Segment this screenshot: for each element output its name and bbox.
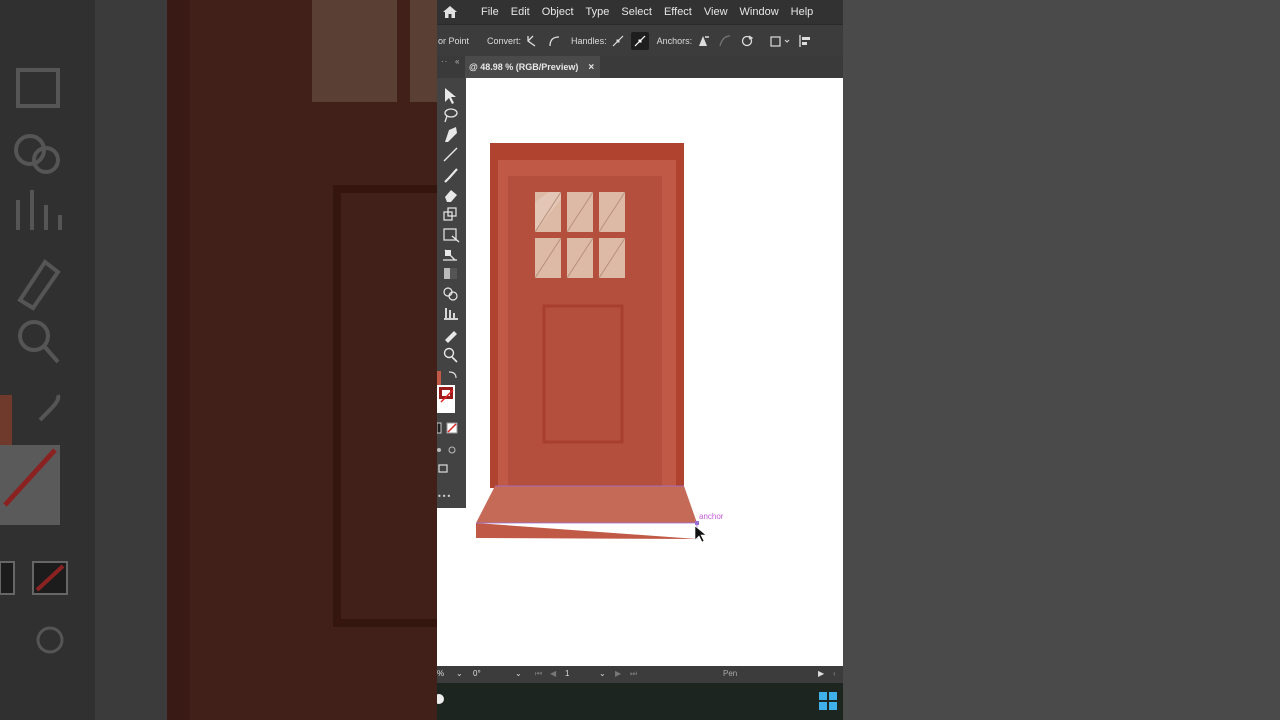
draw-mode-icon[interactable]	[437, 446, 456, 454]
door-step	[476, 486, 697, 523]
rotation-dropdown-icon[interactable]: ⌄	[515, 669, 522, 678]
artboard-nav-prev-icon[interactable]: ◀	[550, 669, 556, 678]
windows-taskbar	[437, 683, 843, 720]
status-bar: % ⌄ 0° ⌄ ⏮ ◀ 1 ⌄ ▶ ⏭ Pen ▶ ‹	[437, 666, 843, 683]
tools-panel: •••	[437, 78, 466, 508]
handles-label: Handles:	[571, 35, 607, 46]
zoomed-tool-icons	[0, 68, 68, 654]
tools-icons: •••	[437, 88, 460, 501]
rotate-tool-icon[interactable]	[443, 207, 457, 221]
show-handles-button[interactable]	[609, 32, 627, 50]
anchors-label: Anchors:	[656, 35, 693, 46]
gradient-tool-icon	[16, 68, 60, 108]
eyedropper-tool-icon[interactable]	[445, 331, 457, 343]
anchor-point-label: or Point	[438, 35, 470, 46]
align-icon	[799, 34, 811, 47]
door-artwork	[476, 143, 707, 543]
current-tool-label: Pen	[723, 669, 738, 678]
zoom-dropdown-icon[interactable]: ⌄	[456, 669, 463, 678]
zoomed-window-pane	[410, 0, 437, 102]
selection-tool-icon[interactable]	[445, 88, 456, 104]
svg-text:•••: •••	[437, 492, 451, 501]
menu-type[interactable]: Type	[586, 6, 610, 18]
cut-path-icon	[741, 35, 754, 46]
taskbar-item-icon[interactable]	[437, 689, 445, 709]
artboard-dropdown-icon[interactable]: ⌄	[599, 669, 606, 678]
free-transform-tool-icon[interactable]	[443, 228, 460, 243]
home-button[interactable]	[439, 0, 461, 24]
color-mode-buttons[interactable]	[437, 422, 458, 434]
align-button[interactable]	[796, 32, 814, 50]
shape-builder-tool-icon[interactable]	[443, 287, 458, 301]
artboard-number[interactable]: 1	[565, 669, 569, 678]
document-tab-bar: ·· « @ 48.98 % (RGB/Preview) ×	[437, 56, 843, 78]
windows-start-icon[interactable]	[818, 691, 838, 711]
menu-window[interactable]: Window	[740, 6, 779, 18]
collapse-icon[interactable]: «	[455, 57, 459, 66]
zoom-level-value[interactable]: %	[437, 669, 444, 678]
artboard-nav-first-icon[interactable]: ⏮	[535, 669, 542, 679]
connect-anchor-button[interactable]	[716, 32, 734, 50]
menu-bar: File Edit Object Type Select Effect View…	[437, 0, 843, 24]
document-tab[interactable]: @ 48.98 % (RGB/Preview) ×	[465, 56, 601, 78]
convert-smooth-icon	[549, 35, 560, 46]
transform-icon	[770, 35, 790, 47]
connect-anchor-icon	[719, 34, 731, 46]
hide-handles-button[interactable]	[630, 31, 649, 50]
zoomed-gray-strip	[95, 0, 167, 720]
document-tab-title: @ 48.98 % (RGB/Preview)	[469, 62, 579, 72]
cut-path-button[interactable]	[738, 32, 756, 50]
graph-tool-icon[interactable]	[443, 249, 457, 261]
zoomed-background-left	[0, 0, 437, 720]
menu-object[interactable]: Object	[542, 6, 574, 18]
remove-anchor-button[interactable]	[694, 32, 712, 50]
status-collapse-icon[interactable]: ‹	[833, 669, 836, 678]
anchor-smart-guide-label: anchor	[699, 512, 724, 521]
artboard-nav-last-icon[interactable]: ⏭	[630, 669, 637, 679]
transform-dropdown[interactable]	[768, 32, 792, 50]
convert-smooth-button[interactable]	[545, 32, 563, 50]
zoomed-window-pane	[312, 0, 397, 102]
control-bar: or Point Convert: Handles: Anchors:	[437, 24, 843, 57]
zoom-tool-icon	[18, 320, 50, 352]
fill-stroke-swatch[interactable]	[437, 371, 455, 413]
panel-grip-icon[interactable]: ··	[441, 57, 448, 66]
paintbrush-tool-icon[interactable]	[444, 168, 458, 183]
zoomed-door-panel	[333, 185, 437, 627]
menu-select[interactable]: Select	[621, 6, 652, 18]
artboard-canvas[interactable]	[466, 78, 843, 666]
convert-label: Convert:	[487, 35, 522, 46]
anchor-point[interactable]	[695, 521, 699, 525]
menu-help[interactable]: Help	[791, 6, 814, 18]
rotation-value[interactable]: 0°	[473, 669, 481, 678]
background-right	[843, 0, 1280, 720]
menu-edit[interactable]: Edit	[511, 6, 530, 18]
zoom-tool-icon[interactable]	[443, 347, 458, 363]
show-handles-icon	[612, 35, 624, 46]
pen-cursor-icon	[694, 525, 707, 543]
close-tab-button[interactable]: ×	[588, 62, 594, 73]
convert-corner-button[interactable]	[523, 32, 541, 50]
illustrator-window: File Edit Object Type Select Effect View…	[437, 0, 843, 720]
artboard-nav-next-icon[interactable]: ▶	[615, 669, 621, 678]
more-tools-icon[interactable]: •••	[437, 492, 451, 501]
menu-file[interactable]: File	[481, 6, 499, 18]
menu-effect[interactable]: Effect	[664, 6, 692, 18]
convert-corner-icon	[527, 35, 536, 47]
eraser-tool-icon[interactable]	[445, 190, 457, 202]
line-tool-icon[interactable]	[443, 147, 458, 162]
menu-view[interactable]: View	[704, 6, 728, 18]
screen-mode-icon[interactable]	[438, 464, 448, 473]
hide-handles-icon	[634, 35, 646, 46]
remove-anchor-icon	[699, 35, 710, 46]
pen-tool-icon[interactable]	[445, 127, 457, 142]
swap-colors-icon[interactable]	[448, 371, 457, 379]
canvas-left-strip	[437, 508, 466, 666]
status-expand-icon[interactable]: ▶	[818, 669, 824, 678]
lasso-tool-icon[interactable]	[444, 108, 458, 123]
home-icon	[443, 6, 457, 18]
column-graph-tool-icon[interactable]	[444, 308, 458, 320]
gradient-tool-icon[interactable]	[444, 268, 457, 279]
